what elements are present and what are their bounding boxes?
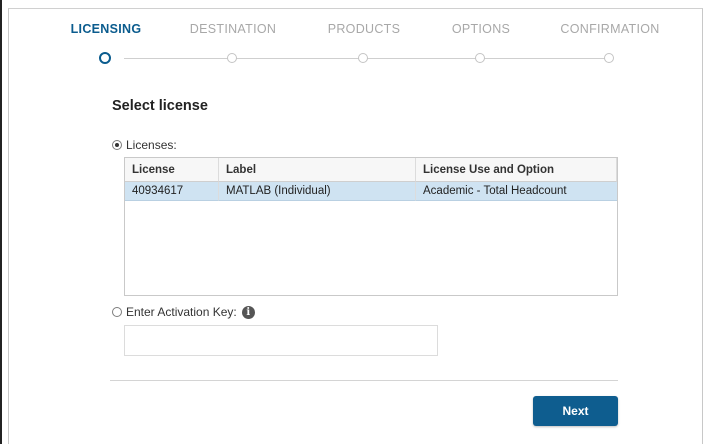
step-label: LICENSING bbox=[70, 22, 142, 36]
step-destination[interactable]: DESTINATION bbox=[168, 22, 298, 63]
licenses-radio-row[interactable]: Licenses: bbox=[112, 138, 177, 152]
step-indicator-icon bbox=[604, 53, 614, 63]
step-products[interactable]: PRODUCTS bbox=[299, 22, 429, 63]
license-table: License Label License Use and Option 409… bbox=[124, 157, 618, 296]
activation-key-label: Enter Activation Key: bbox=[126, 305, 237, 319]
activation-key-radio[interactable] bbox=[112, 307, 122, 317]
step-confirmation[interactable]: CONFIRMATION bbox=[545, 22, 675, 63]
column-header-license-use[interactable]: License Use and Option bbox=[416, 158, 617, 182]
license-table-grid: License Label License Use and Option 409… bbox=[125, 158, 617, 201]
step-licensing[interactable]: LICENSING bbox=[41, 22, 171, 64]
step-indicator-icon bbox=[475, 53, 485, 63]
activation-key-radio-row[interactable]: Enter Activation Key: i bbox=[112, 305, 255, 319]
table-row-cell-label[interactable]: MATLAB (Individual) bbox=[219, 182, 416, 201]
licenses-radio-label: Licenses: bbox=[126, 138, 177, 152]
step-options[interactable]: OPTIONS bbox=[416, 22, 546, 63]
section-title: Select license bbox=[112, 98, 208, 114]
step-label: CONFIRMATION bbox=[560, 22, 660, 36]
column-header-label[interactable]: Label bbox=[219, 158, 416, 182]
step-label: OPTIONS bbox=[451, 22, 511, 36]
table-row-cell-license-use[interactable]: Academic - Total Headcount bbox=[416, 182, 617, 201]
step-indicator-icon bbox=[99, 52, 111, 64]
step-progress: LICENSING DESTINATION PRODUCTS OPTIONS C… bbox=[0, 0, 709, 75]
licenses-radio[interactable] bbox=[112, 140, 122, 150]
step-label: PRODUCTS bbox=[327, 22, 401, 36]
step-indicator-icon bbox=[227, 53, 237, 63]
activation-key-input[interactable] bbox=[124, 325, 438, 356]
step-label: DESTINATION bbox=[189, 22, 277, 36]
table-row-cell-license[interactable]: 40934617 bbox=[125, 182, 219, 201]
column-header-license[interactable]: License bbox=[125, 158, 219, 182]
next-button[interactable]: Next bbox=[533, 396, 618, 426]
footer-divider bbox=[110, 380, 618, 381]
step-indicator-icon bbox=[358, 53, 368, 63]
info-icon[interactable]: i bbox=[241, 305, 255, 319]
